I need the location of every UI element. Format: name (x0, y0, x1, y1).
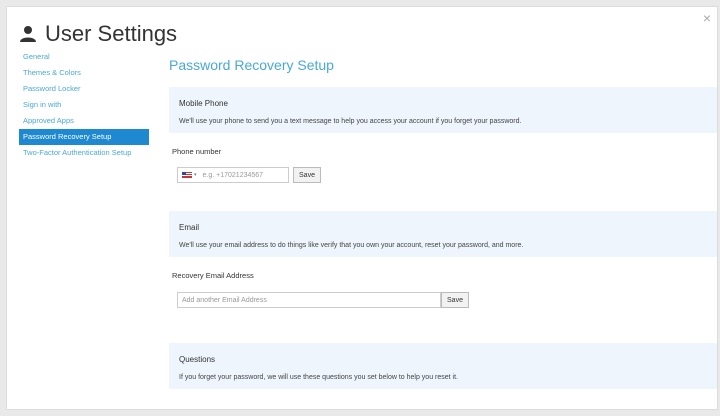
email-card: Email We'll use your email address to do… (169, 211, 717, 257)
questions-description: If you forget your password, we will use… (179, 374, 458, 381)
page-title-text: User Settings (45, 21, 178, 46)
phone-number-label: Phone number (172, 147, 222, 156)
recovery-email-placeholder: Add another Email Address (182, 296, 267, 304)
recovery-email-field[interactable]: Add another Email Address (177, 292, 441, 308)
questions-title: Questions (179, 355, 216, 364)
chevron-down-icon[interactable]: ▾ (194, 172, 197, 178)
sidebar-item-password-recovery-setup[interactable]: Password Recovery Setup (19, 129, 149, 145)
email-title: Email (179, 223, 200, 232)
sidebar-item-general[interactable]: General (19, 49, 149, 65)
sidebar-item-sign-in-with[interactable]: Sign in with (19, 97, 149, 113)
email-row: Add another Email Address Save (177, 292, 469, 308)
phone-number-field[interactable]: ▾ e.g. +17021234567 (177, 167, 289, 183)
sidebar: General Themes & Colors Password Locker … (19, 49, 149, 161)
save-email-button[interactable]: Save (441, 292, 469, 308)
sidebar-item-approved-apps[interactable]: Approved Apps (19, 113, 149, 129)
section-title: Password Recovery Setup (169, 57, 334, 73)
save-phone-button[interactable]: Save (293, 167, 321, 183)
mobile-phone-title: Mobile Phone (179, 99, 228, 108)
sidebar-item-themes-colors[interactable]: Themes & Colors (19, 65, 149, 81)
email-description: We'll use your email address to do thing… (179, 242, 524, 249)
sidebar-item-two-factor-setup[interactable]: Two-Factor Authentication Setup (19, 145, 149, 161)
mobile-phone-description: We'll use your phone to send you a text … (179, 118, 522, 125)
us-flag-icon[interactable] (182, 172, 192, 178)
page-title: User Settings (19, 21, 177, 47)
questions-card: Questions If you forget your password, w… (169, 343, 717, 389)
recovery-email-label: Recovery Email Address (172, 271, 254, 280)
user-icon (20, 26, 36, 42)
sidebar-item-password-locker[interactable]: Password Locker (19, 81, 149, 97)
phone-row: ▾ e.g. +17021234567 Save (177, 167, 321, 183)
close-icon[interactable]: × (703, 11, 711, 25)
phone-number-placeholder: e.g. +17021234567 (202, 171, 264, 179)
settings-modal: × User Settings General Themes & Colors … (6, 6, 718, 410)
mobile-phone-card: Mobile Phone We'll use your phone to sen… (169, 87, 717, 133)
